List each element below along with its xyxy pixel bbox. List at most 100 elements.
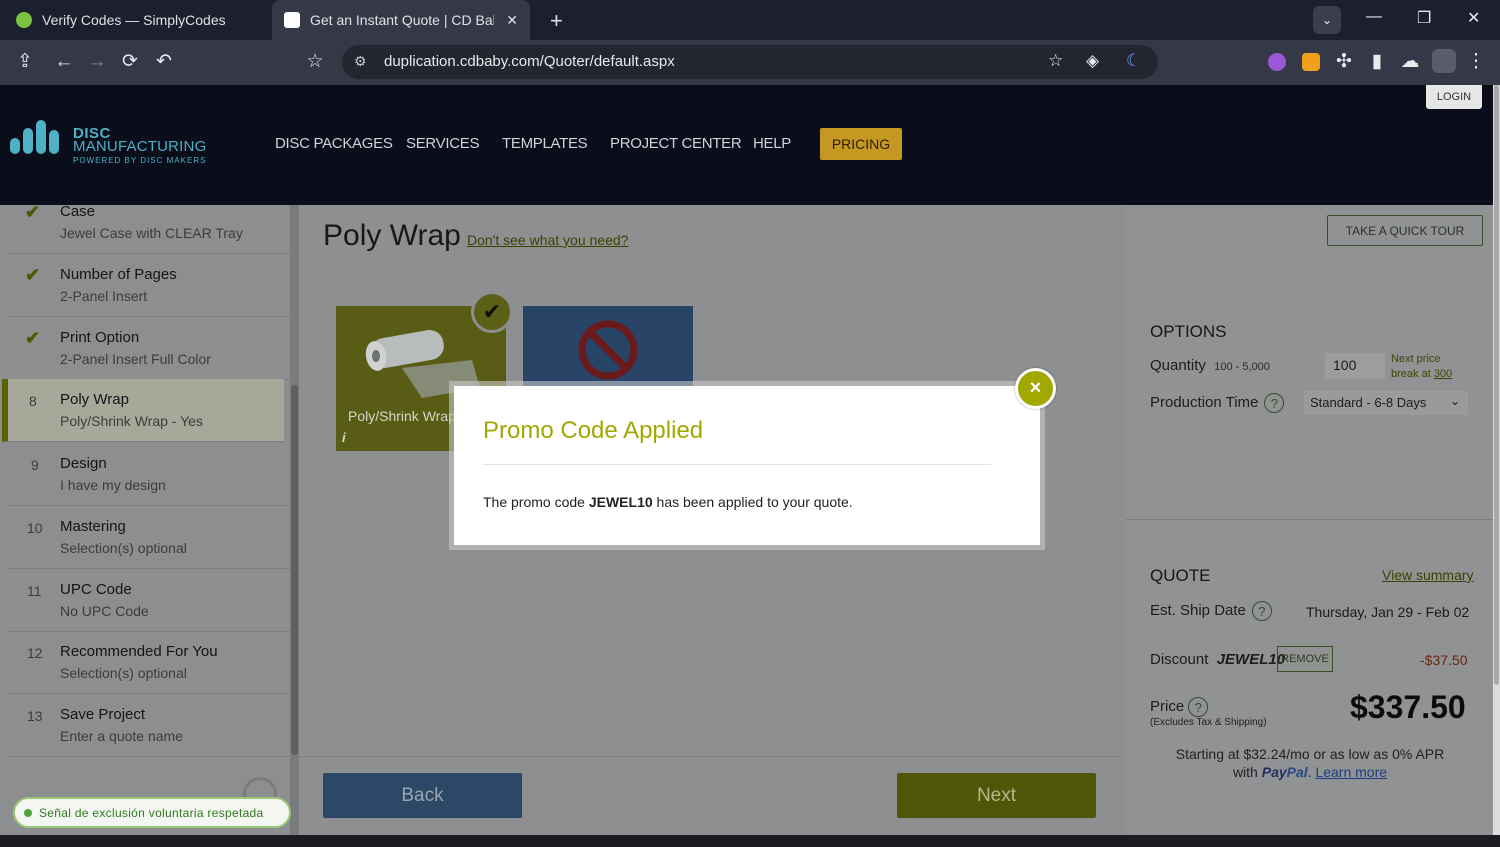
divider [483,464,991,465]
view-summary-link[interactable]: View summary [1382,567,1474,583]
new-tab-icon[interactable]: + [550,8,563,34]
next-button[interactable]: Next [897,773,1096,818]
step-title: UPC Code [60,581,132,598]
ship-date-value: Thursday, Jan 29 - Feb 02 [1306,604,1470,620]
extensions-puzzle-icon[interactable]: ✣ [1332,51,1356,73]
bookmark-star-icon[interactable]: ☆ [1048,51,1063,71]
no-symbol-icon [578,320,638,380]
logo-text-powered: POWERED BY DISC MAKERS [73,156,207,165]
step-upc-code[interactable]: 11 UPC Code No UPC Code [8,569,290,632]
login-button[interactable]: LOGIN [1426,85,1482,109]
site-header: LOGIN DISC MANUFACTURING POWERED BY DISC… [0,85,1493,205]
step-mastering[interactable]: 10 Mastering Selection(s) optional [8,506,290,569]
paypal-logo-pal: Pal [1286,764,1308,780]
step-title: Recommended For You [60,643,218,660]
side-panel-icon[interactable]: ▮ [1365,51,1389,73]
option-label: Poly/Shrink Wrap [348,408,456,424]
nav-help[interactable]: HELP [753,135,791,152]
step-title: Poly Wrap [60,391,129,408]
step-save-project[interactable]: 13 Save Project Enter a quote name [8,694,290,757]
reload-icon[interactable]: ⟳ [118,51,142,73]
status-dot-icon [24,809,32,817]
help-link[interactable]: Don't see what you need? [467,232,628,248]
url-text[interactable]: duplication.cdbaby.com/Quoter/default.as… [384,53,675,70]
production-time-select[interactable]: Standard - 6-8 Days ⌄ [1304,391,1468,415]
step-number-of-pages[interactable]: ✔ Number of Pages 2-Panel Insert [8,254,290,317]
step-design[interactable]: 9 Design I have my design [8,443,290,506]
back-arrow-icon[interactable]: ← [52,51,76,73]
quantity-input[interactable]: 100 [1325,353,1385,379]
checkmark-icon: ✔ [25,328,41,348]
minimize-icon[interactable]: — [1366,8,1382,26]
quote-panel: TAKE A QUICK TOUR OPTIONS Quantity 100 -… [1126,205,1493,835]
sidebar-scrollbar[interactable] [290,205,299,835]
help-question-icon[interactable]: ? [1264,393,1285,413]
tab-simplycodes[interactable]: Verify Codes — SimplyCodes [4,0,272,40]
tab-cdbaby[interactable]: Get an Instant Quote | CD Baby D ✕ [272,0,530,40]
modal-close-icon[interactable]: × [1015,368,1056,409]
scrollbar-thumb[interactable] [291,385,298,755]
learn-more-link[interactable]: Learn more [1315,764,1387,780]
cloud-upload-icon[interactable]: ☁ [1398,51,1422,73]
quantity-label: Quantity 100 - 5,000 [1150,357,1270,374]
divider [1126,519,1493,520]
back-button[interactable]: Back [323,773,522,818]
step-number: 13 [27,708,43,724]
simplycodes-favicon-icon [16,12,32,28]
tab-title: Get an Instant Quote | CD Baby D [310,12,494,28]
cdbaby-favicon-icon [284,12,300,28]
promo-code-modal: Promo Code Applied The promo code JEWEL1… [454,386,1040,545]
profile-avatar[interactable] [1432,49,1456,73]
step-number: 12 [27,645,43,661]
site-settings-icon[interactable]: ⚙ [354,53,367,70]
extension-orange-icon[interactable] [1302,53,1320,71]
price-note: (Excludes Tax & Shipping) [1150,717,1267,728]
quick-tour-button[interactable]: TAKE A QUICK TOUR [1327,215,1483,246]
upload-icon[interactable]: ⇪ [13,51,37,73]
tab-search-chevron-down-icon[interactable]: ⌄ [1313,6,1341,34]
close-window-icon[interactable]: ✕ [1467,8,1480,28]
layers-extension-icon[interactable]: ◈ [1086,51,1099,71]
forward-arrow-icon[interactable]: → [85,51,109,73]
discount-text: Discount [1150,651,1209,668]
production-time-text: Production Time [1150,393,1259,411]
address-bar[interactable]: ⚙ duplication.cdbaby.com/Quoter/default.… [342,45,1158,79]
help-question-icon[interactable]: ? [1251,601,1272,621]
nav-templates[interactable]: TEMPLATES [502,135,588,152]
modal-message-text: has been applied to your quote. [652,494,853,510]
ship-date-label: Est. Ship Date? [1150,601,1272,621]
step-recommended[interactable]: 12 Recommended For You Selection(s) opti… [8,631,290,694]
next-price-break-link[interactable]: 300 [1434,368,1452,380]
site-logo[interactable]: DISC MANUFACTURING POWERED BY DISC MAKER… [10,120,210,168]
step-print-option[interactable]: ✔ Print Option 2-Panel Insert Full Color [8,317,290,380]
menu-kebab-icon[interactable]: ⋮ [1464,51,1488,73]
dark-mode-moon-icon[interactable]: ☾ [1126,51,1141,71]
price-value: $337.50 [1350,689,1466,725]
modal-title: Promo Code Applied [483,417,704,444]
nav-services[interactable]: SERVICES [406,135,479,152]
step-subtitle: Jewel Case with CLEAR Tray [60,225,243,241]
restore-icon[interactable]: ❐ [1417,8,1431,28]
bookmark-star-outline-icon[interactable]: ☆ [303,51,327,73]
nav-pricing[interactable]: PRICING [820,128,902,160]
nav-disc-packages[interactable]: DISC PACKAGES [275,135,393,152]
undo-icon[interactable]: ↶ [152,51,176,73]
paypal-logo-pay: Pay [1261,764,1287,780]
close-tab-icon[interactable]: ✕ [506,12,518,29]
info-icon[interactable]: i [342,430,346,445]
step-number: 9 [31,457,39,473]
quote-heading: QUOTE [1150,566,1211,585]
help-question-icon[interactable]: ? [1188,697,1209,717]
opt-out-toast[interactable]: Señal de exclusión voluntaria respetada [13,797,291,828]
modal-message: The promo code JEWEL10 has been applied … [483,494,853,510]
next-price-note: Next price break at 300 [1391,352,1452,382]
extension-purple-icon[interactable] [1268,53,1286,71]
step-poly-wrap[interactable]: 8 Poly Wrap Poly/Shrink Wrap - Yes [2,379,284,442]
nav-project-center[interactable]: PROJECT CENTER [610,135,742,152]
scrollbar-thumb[interactable] [1494,85,1499,685]
remove-discount-button[interactable]: REMOVE [1277,646,1333,672]
logo-text-manufacturing: MANUFACTURING [73,138,207,155]
step-number: 10 [27,520,43,536]
step-case[interactable]: ✔ Case Jewel Case with CLEAR Tray [8,191,290,254]
page-scrollbar[interactable] [1493,85,1500,835]
